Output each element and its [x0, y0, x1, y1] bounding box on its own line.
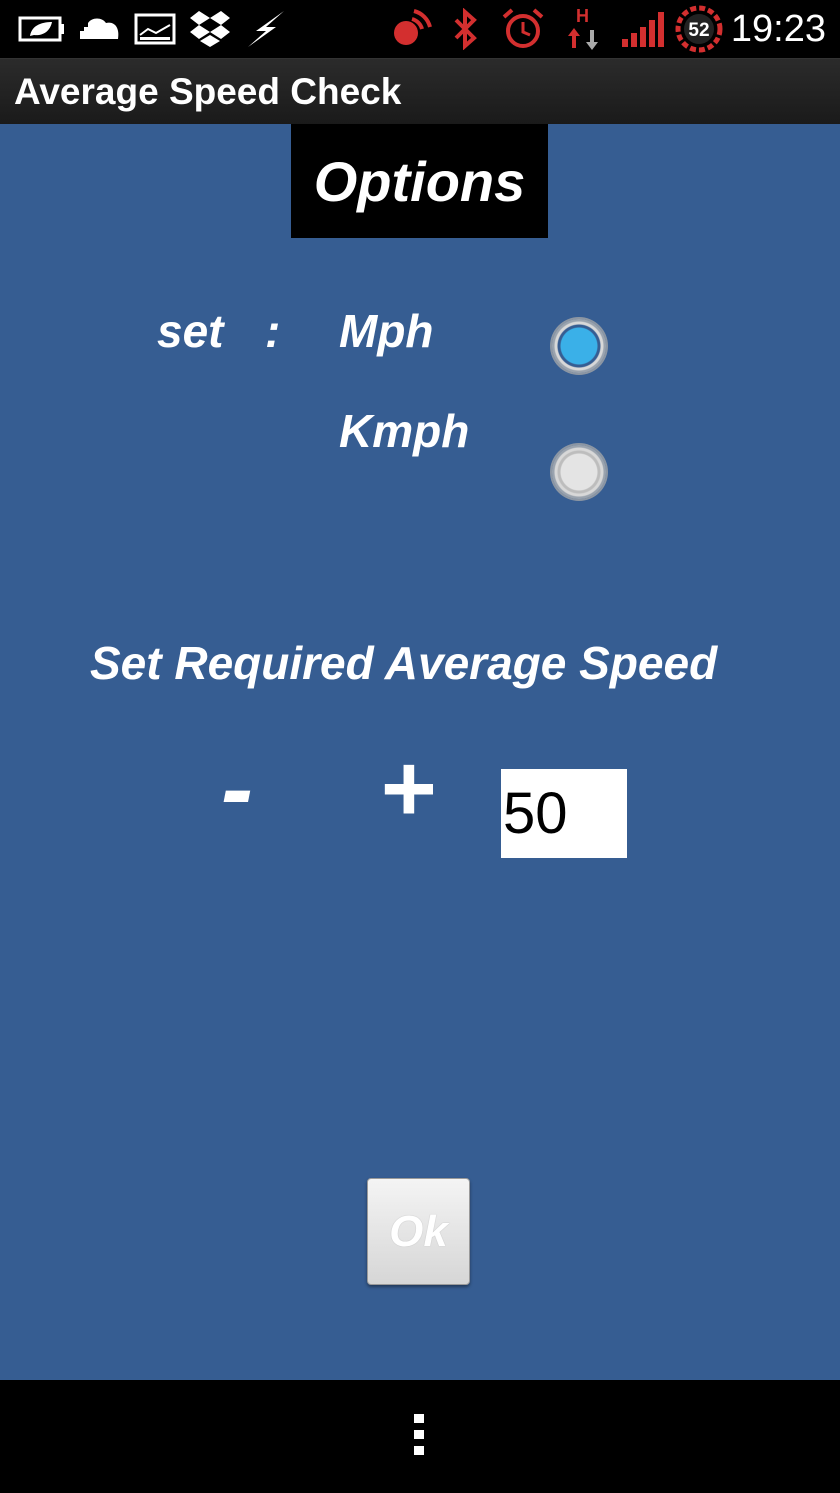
set-label: set [157, 305, 224, 357]
unit-label-kmph: Kmph [339, 405, 470, 457]
unit-label-mph: Mph [339, 305, 434, 357]
radio-kmph[interactable] [552, 445, 606, 499]
navigation-bar [0, 1380, 840, 1493]
options-heading-box: Options [291, 124, 548, 238]
status-bar: H 52 19:23 [0, 0, 840, 58]
hsdpa-icon: H [564, 6, 604, 50]
ok-button-label: Ok [389, 1206, 448, 1256]
flash-icon [244, 8, 288, 50]
battery-leaf-icon [18, 8, 66, 50]
ok-button[interactable]: Ok [367, 1178, 470, 1285]
options-screen: Options set : Mph Kmph Set Required Aver… [0, 124, 840, 1380]
bluetooth-icon [450, 8, 480, 50]
options-heading: Options [313, 149, 526, 213]
clock-time: 19:23 [730, 8, 826, 50]
app-title: Average Speed Check [14, 71, 402, 112]
svg-text:H: H [576, 6, 589, 26]
battery-indicator-icon: 52 [674, 5, 724, 53]
radio-mph[interactable] [552, 319, 606, 373]
speed-value-input[interactable] [501, 769, 627, 858]
colon-label: : [265, 305, 281, 357]
dropbox-icon [188, 8, 232, 50]
alarm-icon [500, 8, 546, 50]
increase-speed-button[interactable]: + [379, 734, 435, 844]
overflow-menu-icon[interactable] [414, 1414, 426, 1462]
speed-heading: Set Required Average Speed [90, 637, 718, 689]
action-bar: Average Speed Check [0, 58, 840, 125]
decrease-speed-button[interactable]: - [221, 734, 253, 844]
picture-icon [134, 8, 176, 50]
signal-icon [620, 8, 666, 50]
battery-level-text: 52 [688, 20, 709, 41]
nfc-icon [390, 8, 432, 50]
cloud-icon [76, 8, 122, 50]
